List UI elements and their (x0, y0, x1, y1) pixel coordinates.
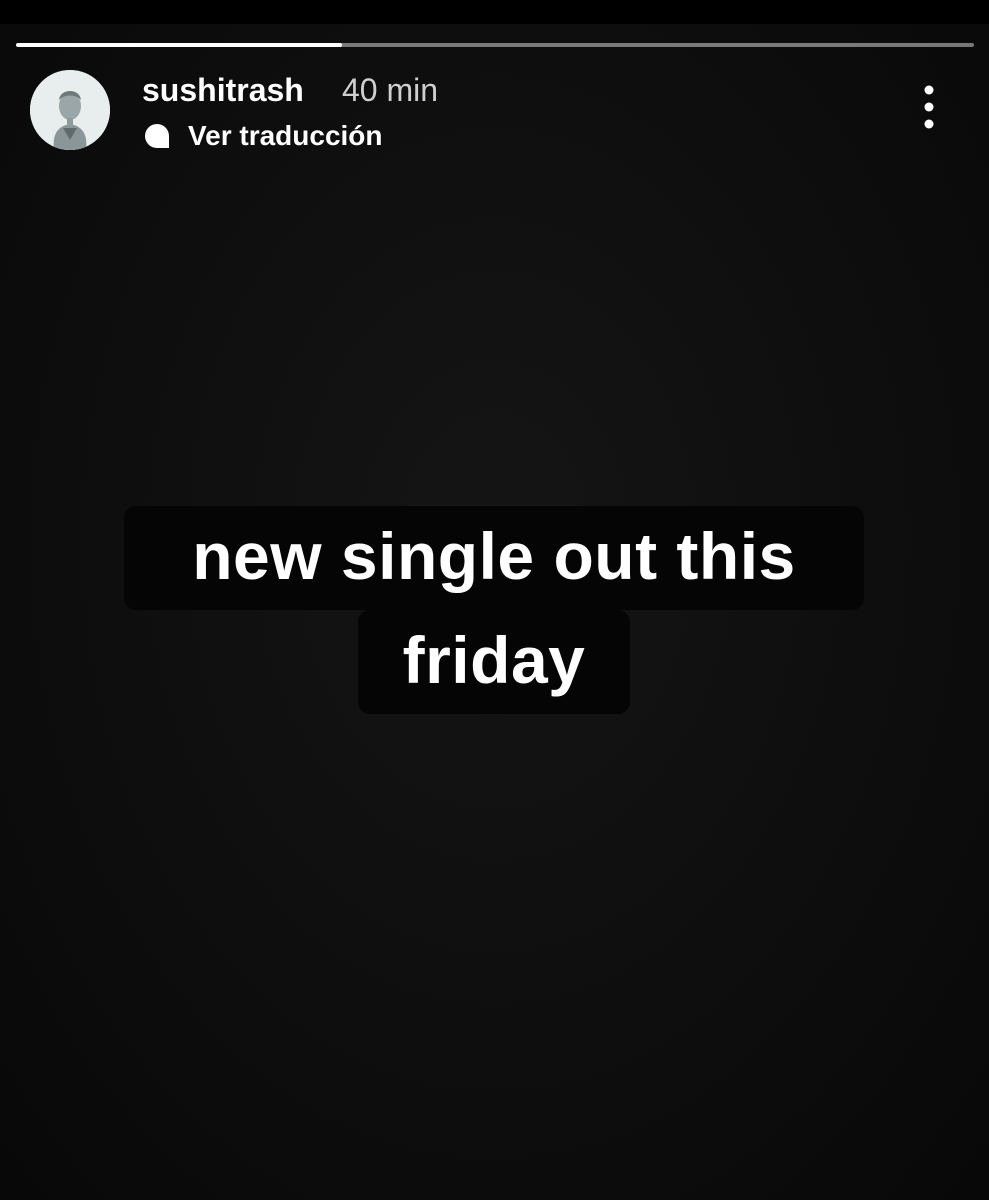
story-viewer[interactable]: sushitrash 40 min Ver traducción new sin… (0, 0, 989, 1200)
story-caption-line-1: new single out this (124, 506, 864, 610)
more-vertical-icon (924, 85, 934, 129)
story-progress-fill (16, 43, 342, 47)
see-translation-button[interactable]: Ver traducción (142, 118, 383, 154)
avatar[interactable] (30, 70, 110, 150)
more-options-button[interactable] (906, 80, 952, 136)
status-bar-area (0, 0, 989, 24)
story-progress-bar (16, 43, 974, 47)
story-timestamp: 40 min (342, 72, 439, 108)
profile-avatar-image (30, 70, 110, 150)
story-username[interactable]: sushitrash (142, 70, 304, 110)
speech-bubble-icon (145, 124, 169, 148)
story-caption-line-2: friday (358, 610, 630, 714)
see-translation-label: Ver traducción (188, 120, 383, 151)
